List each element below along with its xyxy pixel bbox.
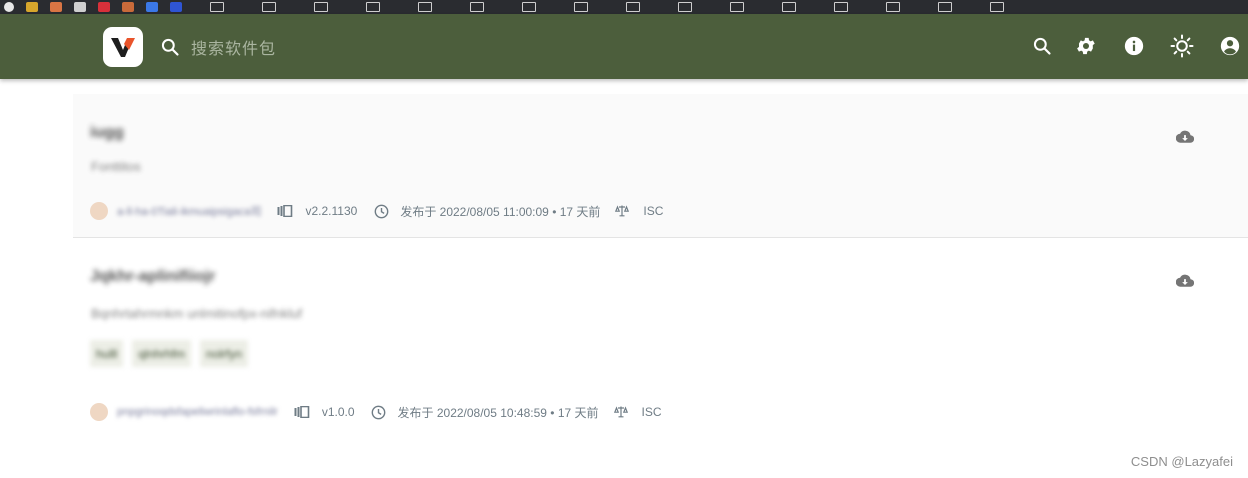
version-icon (294, 405, 310, 419)
bookmark-icon[interactable] (730, 2, 744, 12)
package-tags: hulll qlnhrhfm nolrfyn (90, 340, 249, 367)
package-version: v1.0.0 (321, 405, 355, 419)
publisher-name[interactable]: pnpgrinoqdsfapeliwrinlaflo-fsfrnilr (117, 406, 278, 418)
bookmark-icon[interactable] (938, 2, 952, 12)
app-logo[interactable] (103, 27, 143, 67)
package-description: Fonttitos (91, 159, 141, 174)
header-actions (1030, 33, 1248, 59)
bookmark-icon[interactable] (574, 2, 588, 12)
info-button[interactable] (1122, 33, 1146, 59)
bookmark-icon[interactable] (782, 2, 796, 12)
package-meta: a-ll-ha-0Tiali-ikmuaipsigaca司 v2.2.1130 … (90, 202, 663, 220)
bookmark-icon[interactable] (366, 2, 380, 12)
clock-icon (371, 405, 387, 419)
bookmark-icon[interactable] (4, 2, 14, 12)
publisher-name[interactable]: a-ll-ha-0Tiali-ikmuaipsigaca司 (117, 203, 261, 219)
license-scale-icon (613, 405, 629, 419)
bookmark-icon[interactable] (522, 2, 536, 12)
package-description: Bqnhrtahrmnkm unlmitinofpx-nifnkluf (91, 306, 302, 321)
publish-date: 发布于 2022/08/05 10:48:59 • 17 天前 (397, 405, 599, 420)
bookmark-icon[interactable] (470, 2, 484, 12)
theme-toggle-button[interactable] (1170, 33, 1194, 59)
package-name[interactable]: Jqkhr-aplinifiiojr (90, 268, 215, 286)
package-version: v2.2.1130 (305, 204, 358, 218)
bookmark-icon[interactable] (146, 2, 158, 12)
sun-icon (1170, 34, 1194, 58)
settings-button[interactable] (1074, 33, 1098, 59)
account-button[interactable] (1218, 33, 1242, 59)
bookmark-icon[interactable] (98, 2, 110, 12)
package-license: ISC (641, 405, 662, 419)
package-list: iugg Fonttitos a-ll-ha-0Tiali-ikmuaipsig… (73, 94, 1248, 438)
bookmark-icon[interactable] (122, 2, 134, 12)
logo-icon (111, 38, 135, 57)
package-card[interactable]: Jqkhr-aplinifiiojr Bqnhrtahrmnkm unlmiti… (73, 238, 1248, 438)
package-name[interactable]: iugg (90, 124, 124, 142)
cloud-download-icon (1176, 130, 1194, 143)
app-bar: 搜索软件包 (0, 14, 1248, 79)
browser-bookmark-strip (0, 0, 1248, 14)
download-button[interactable] (1176, 272, 1194, 290)
publisher-avatar (90, 403, 108, 421)
search-button[interactable] (1030, 33, 1054, 59)
bookmark-icon[interactable] (626, 2, 640, 12)
search-bar[interactable]: 搜索软件包 (160, 35, 276, 59)
bookmark-icon[interactable] (74, 2, 86, 12)
keyword-tag[interactable]: hulll (90, 340, 124, 367)
publisher-avatar (90, 202, 108, 220)
info-icon (1124, 36, 1144, 56)
bookmark-icon[interactable] (834, 2, 848, 12)
bookmark-icon[interactable] (170, 2, 182, 12)
bookmark-icon[interactable] (418, 2, 432, 12)
search-icon (161, 38, 179, 56)
bookmark-icon[interactable] (262, 2, 276, 12)
bookmark-icon[interactable] (210, 2, 224, 12)
keyword-tag[interactable]: qlnhrhfm (132, 340, 192, 367)
clock-icon (373, 204, 389, 218)
gear-icon (1077, 37, 1095, 55)
package-meta: pnpgrinoqdsfapeliwrinlaflo-fsfrnilr v1.0… (90, 403, 662, 421)
bookmark-icon[interactable] (886, 2, 900, 12)
license-scale-icon (614, 204, 630, 218)
search-input[interactable]: 搜索软件包 (191, 35, 276, 59)
version-icon (277, 204, 293, 218)
download-button[interactable] (1176, 128, 1194, 146)
publish-date: 发布于 2022/08/05 11:00:09 • 17 天前 (400, 204, 601, 219)
bookmark-icon[interactable] (26, 2, 38, 12)
cloud-download-icon (1176, 274, 1194, 287)
bookmark-icon[interactable] (50, 2, 62, 12)
watermark: CSDN @Lazyafei (1130, 454, 1233, 469)
keyword-tag[interactable]: nolrfyn (200, 340, 249, 367)
package-license: ISC (643, 204, 664, 218)
bookmark-icon[interactable] (678, 2, 692, 12)
bookmark-icon[interactable] (314, 2, 328, 12)
package-card[interactable]: iugg Fonttitos a-ll-ha-0Tiali-ikmuaipsig… (73, 94, 1248, 238)
bookmark-icon[interactable] (990, 2, 1004, 12)
search-icon (1033, 37, 1051, 55)
account-circle-icon (1220, 36, 1240, 56)
